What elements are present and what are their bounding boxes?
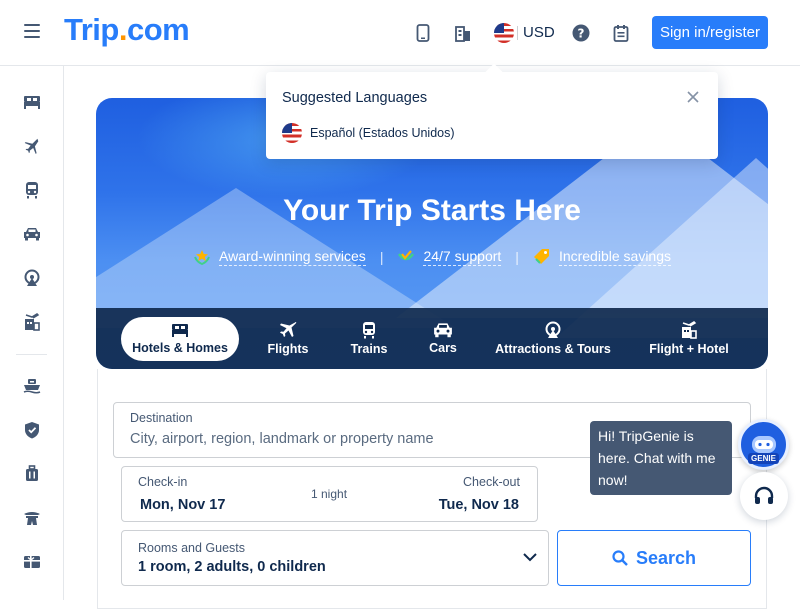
support-check-icon (397, 248, 415, 266)
divider (517, 26, 518, 40)
headset-icon (754, 486, 774, 504)
logo-dot: . (118, 12, 128, 47)
nights-count: 1 night (311, 487, 348, 501)
us-flag-icon[interactable] (494, 22, 514, 44)
language-option-label: Español (Estados Unidos) (310, 126, 455, 140)
attractions-icon[interactable] (22, 268, 42, 288)
insurance-icon[interactable] (22, 420, 42, 440)
cars-icon[interactable] (22, 224, 42, 244)
feature-label: 24/7 support (423, 248, 502, 266)
tab-hotels-homes[interactable]: Hotels & Homes (121, 316, 239, 361)
tab-label: Flights (267, 342, 309, 356)
tab-cars[interactable]: Cars (401, 317, 485, 361)
flights-icon[interactable] (22, 136, 42, 156)
checkin-label: Check-in (138, 475, 188, 489)
destination-input[interactable]: City, airport, region, landmark or prope… (130, 431, 434, 447)
feature-label: Incredible savings (558, 248, 671, 266)
tab-label: Trains (350, 342, 388, 356)
trains-icon (363, 322, 375, 339)
feature-list: Award-winning services | 24/7 support | … (96, 248, 768, 266)
svg-text:?: ? (578, 27, 585, 41)
flights-icon (280, 322, 297, 337)
hotels-icon (172, 324, 188, 337)
menu-icon[interactable] (24, 24, 40, 40)
us-flag-icon (282, 123, 302, 143)
tag-icon (533, 248, 551, 266)
gift-card-icon[interactable] (22, 552, 42, 572)
language-option[interactable]: Español (Estados Unidos) (282, 123, 455, 143)
popup-title: Suggested Languages (282, 90, 428, 106)
building-icon[interactable] (453, 22, 473, 44)
luggage-icon[interactable] (22, 464, 42, 484)
tab-flights[interactable]: Flights (239, 317, 337, 361)
logo-text: Trip (64, 12, 119, 47)
search-label: Search (635, 547, 697, 568)
date-field[interactable]: Check-in Mon, Nov 17 1 night Check-out T… (121, 466, 538, 522)
tab-label: Hotels & Homes (132, 341, 228, 355)
tab-flight-hotel[interactable]: Flight + Hotel (621, 317, 757, 361)
rooms-label: Rooms and Guests (138, 541, 245, 555)
sidebar-divider (16, 354, 47, 355)
trip-logo[interactable]: Trip.com (64, 12, 190, 48)
flight-hotel-icon[interactable] (22, 312, 42, 332)
product-tabs: Hotels & Homes Flights Trains Cars Attra… (96, 308, 768, 369)
cruise-icon[interactable] (22, 376, 42, 396)
flight-hotel-icon (682, 321, 697, 339)
close-icon[interactable] (686, 90, 700, 104)
sign-in-button[interactable]: Sign in/register (652, 16, 768, 49)
tab-attractions-tours[interactable]: Attractions & Tours (485, 317, 621, 361)
feature-label: Award-winning services (219, 248, 366, 266)
feature-item[interactable]: Incredible savings (533, 248, 671, 266)
hotels-icon[interactable] (22, 92, 42, 112)
genie-tooltip[interactable]: Hi! TripGenie is here. Chat with me now! (590, 421, 732, 495)
checkin-value[interactable]: Mon, Nov 17 (140, 497, 225, 513)
help-icon[interactable]: ? (571, 22, 591, 44)
tab-label: Cars (429, 341, 457, 355)
left-sidebar (0, 66, 64, 600)
tab-label: Attractions & Tours (495, 342, 611, 356)
award-icon (193, 248, 211, 266)
checkout-label: Check-out (463, 475, 520, 489)
tab-trains[interactable]: Trains (337, 317, 401, 361)
logo-tld: com (126, 12, 190, 47)
checkout-value[interactable]: Tue, Nov 18 (439, 497, 519, 513)
top-header: Trip.com USD ? Sign in/register (0, 0, 800, 66)
rooms-guests-field[interactable]: Rooms and Guests 1 room, 2 adults, 0 chi… (121, 530, 549, 586)
bookings-icon[interactable] (611, 22, 631, 44)
feature-separator: | (515, 249, 519, 265)
genie-button[interactable]: GENIE (738, 419, 789, 470)
destination-label: Destination (130, 411, 193, 425)
search-button[interactable]: Search (557, 530, 751, 586)
hero-title: Your Trip Starts Here (283, 194, 581, 227)
attractions-icon (545, 321, 561, 338)
feature-item[interactable]: Award-winning services (193, 248, 366, 266)
genie-badge: GENIE (748, 453, 779, 464)
feature-separator: | (379, 249, 384, 265)
tab-label: Flight + Hotel (649, 342, 729, 356)
chevron-down-icon (523, 553, 537, 562)
suggested-languages-popup: Suggested Languages Español (Estados Uni… (266, 72, 718, 159)
cars-icon (434, 323, 452, 338)
rooms-value: 1 room, 2 adults, 0 children (138, 559, 326, 575)
landmark-icon[interactable] (22, 508, 42, 528)
trains-icon[interactable] (22, 180, 42, 200)
customer-support-button[interactable] (740, 472, 788, 520)
feature-item[interactable]: 24/7 support (397, 248, 502, 266)
mobile-icon[interactable] (413, 22, 433, 44)
currency-selector[interactable]: USD (523, 24, 555, 41)
search-icon (612, 550, 628, 566)
